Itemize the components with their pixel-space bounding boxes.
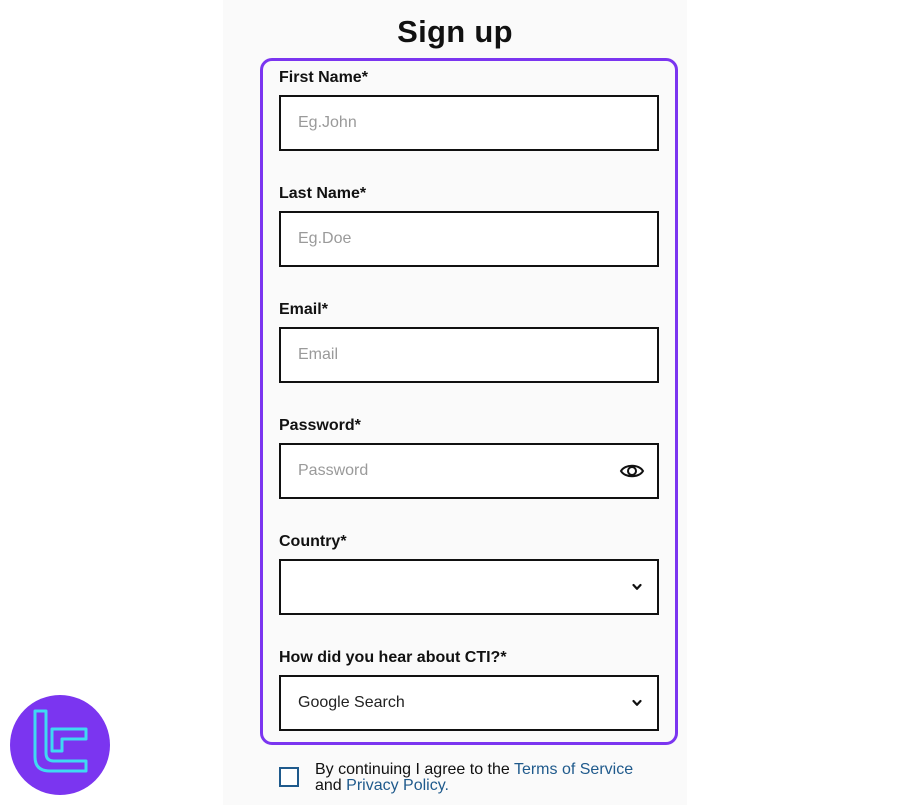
eye-icon[interactable] — [619, 458, 645, 484]
chevron-down-icon — [632, 699, 642, 706]
first-name-field — [279, 95, 659, 151]
chevron-down-icon — [632, 583, 642, 590]
consent-checkbox[interactable] — [279, 767, 299, 787]
consent-text-middle: and — [315, 777, 347, 794]
password-input[interactable] — [281, 445, 657, 497]
page-title: Sign up — [397, 14, 513, 49]
privacy-policy-link[interactable]: Privacy Policy. — [346, 777, 449, 794]
country-label: Country* — [279, 533, 347, 550]
country-select[interactable] — [279, 559, 659, 615]
brand-logo-icon — [33, 709, 88, 773]
first-name-input[interactable] — [281, 97, 657, 149]
password-label: Password* — [279, 417, 361, 434]
brand-logo — [10, 695, 110, 795]
referral-select[interactable]: Google Search — [279, 675, 659, 731]
consent-text-before: By continuing I agree to the — [315, 761, 514, 778]
consent-text: By continuing I agree to the Terms of Se… — [315, 762, 655, 794]
referral-label: How did you hear about CTI?* — [279, 649, 507, 666]
form-highlight-frame — [260, 58, 678, 745]
email-input[interactable] — [281, 329, 657, 381]
last-name-label: Last Name* — [279, 185, 367, 202]
last-name-input[interactable] — [281, 213, 657, 265]
referral-selected-value: Google Search — [298, 694, 405, 711]
terms-of-service-link[interactable]: Terms of Service — [514, 761, 633, 778]
password-field — [279, 443, 659, 499]
last-name-field — [279, 211, 659, 267]
email-label: Email* — [279, 301, 328, 318]
email-field — [279, 327, 659, 383]
first-name-label: First Name* — [279, 69, 368, 86]
